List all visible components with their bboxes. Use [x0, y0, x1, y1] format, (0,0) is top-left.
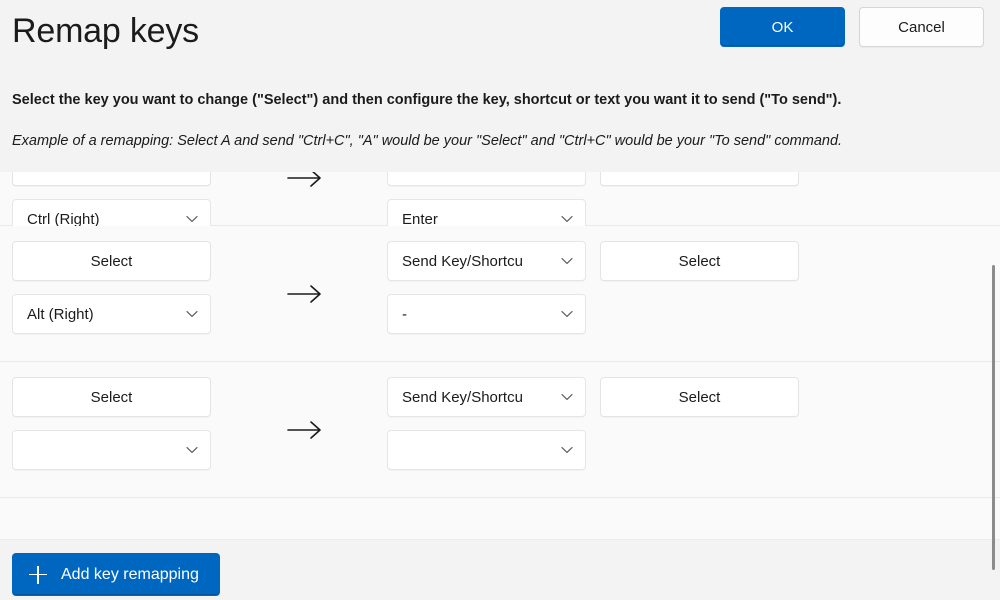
row-2-target-key-cell: -	[387, 294, 586, 334]
row-1-arrow-icon	[282, 172, 330, 188]
row-1-source-select-button[interactable]	[12, 172, 211, 186]
row-3-target-type-dropdown[interactable]: Send Key/Shortcu	[387, 377, 586, 417]
remap-rows-scroll-area[interactable]: Ctrl (Right) Enter Select Alt (Right) Se…	[0, 172, 1000, 539]
chevron-down-icon	[560, 212, 574, 226]
example-text: Example of a remapping: Select A and sen…	[12, 133, 843, 149]
row-2-target-key-dropdown[interactable]: -	[387, 294, 586, 334]
chevron-down-icon	[560, 172, 574, 173]
vertical-scrollbar[interactable]	[988, 172, 998, 600]
row-1-source-select-cell	[12, 172, 211, 186]
table-row: Select Alt (Right) Send Key/Shortcu - Se…	[0, 226, 1000, 362]
row-3-source-select-button[interactable]: Select	[12, 377, 211, 417]
row-1-target-type-dropdown[interactable]	[387, 172, 586, 186]
row-1-source-key-value: Ctrl (Right)	[27, 210, 100, 228]
row-1-target-select-cell	[600, 172, 799, 186]
table-row: Select Send Key/Shortcu Select	[0, 362, 1000, 498]
row-3-target-type-cell: Send Key/Shortcu	[387, 377, 586, 417]
row-2-target-select-button[interactable]: Select	[600, 241, 799, 281]
remap-rows-list: Ctrl (Right) Enter Select Alt (Right) Se…	[0, 172, 1000, 498]
row-2-target-type-dropdown[interactable]: Send Key/Shortcu	[387, 241, 586, 281]
plus-icon	[29, 565, 47, 584]
dialog-header: Remap keys OK Cancel Select the key you …	[0, 0, 1000, 172]
row-3-target-type-value: Send Key/Shortcu	[402, 388, 523, 406]
row-2-source-key-cell: Alt (Right)	[12, 294, 211, 334]
header-actions: OK Cancel	[720, 7, 984, 47]
row-3-source-key-dropdown[interactable]	[12, 430, 211, 470]
row-2-target-type-cell: Send Key/Shortcu	[387, 241, 586, 281]
table-row: Ctrl (Right) Enter	[0, 172, 1000, 239]
chevron-down-icon	[560, 390, 574, 404]
row-3-target-key-cell	[387, 430, 586, 470]
cancel-button[interactable]: Cancel	[859, 7, 984, 47]
remap-keys-dialog: Remap keys OK Cancel Select the key you …	[0, 0, 1000, 600]
chevron-down-icon	[560, 443, 574, 457]
ok-button[interactable]: OK	[720, 7, 845, 47]
chevron-down-icon	[560, 307, 574, 321]
scrollbar-thumb[interactable]	[992, 265, 995, 570]
row-3-source-select-cell: Select	[12, 377, 211, 417]
row-2-target-key-value: -	[402, 305, 407, 323]
add-key-remapping-button[interactable]: Add key remapping	[12, 553, 220, 596]
row-1-target-key-value: Enter	[402, 210, 438, 228]
chevron-down-icon	[185, 307, 199, 321]
page-title: Remap keys	[12, 12, 199, 50]
row-2-source-select-cell: Select	[12, 241, 211, 281]
row-2-source-key-value: Alt (Right)	[27, 305, 94, 323]
chevron-down-icon	[185, 443, 199, 457]
add-key-remapping-label: Add key remapping	[61, 565, 199, 583]
row-2-arrow-icon	[282, 284, 330, 304]
row-3-target-select-cell: Select	[600, 377, 799, 417]
chevron-down-icon	[560, 254, 574, 268]
instructions-text: Select the key you want to change ("Sele…	[12, 92, 842, 108]
row-2-source-select-button[interactable]: Select	[12, 241, 211, 281]
row-2-target-select-cell: Select	[600, 241, 799, 281]
row-3-target-key-dropdown[interactable]	[387, 430, 586, 470]
row-2-source-key-dropdown[interactable]: Alt (Right)	[12, 294, 211, 334]
row-3-target-select-button[interactable]: Select	[600, 377, 799, 417]
dialog-footer: Add key remapping	[0, 539, 1000, 600]
row-1-target-select-button[interactable]	[600, 172, 799, 186]
chevron-down-icon	[185, 212, 199, 226]
row-3-source-key-cell	[12, 430, 211, 470]
row-2-target-type-value: Send Key/Shortcu	[402, 252, 523, 270]
row-1-target-type-cell	[387, 172, 586, 186]
row-3-arrow-icon	[282, 420, 330, 440]
